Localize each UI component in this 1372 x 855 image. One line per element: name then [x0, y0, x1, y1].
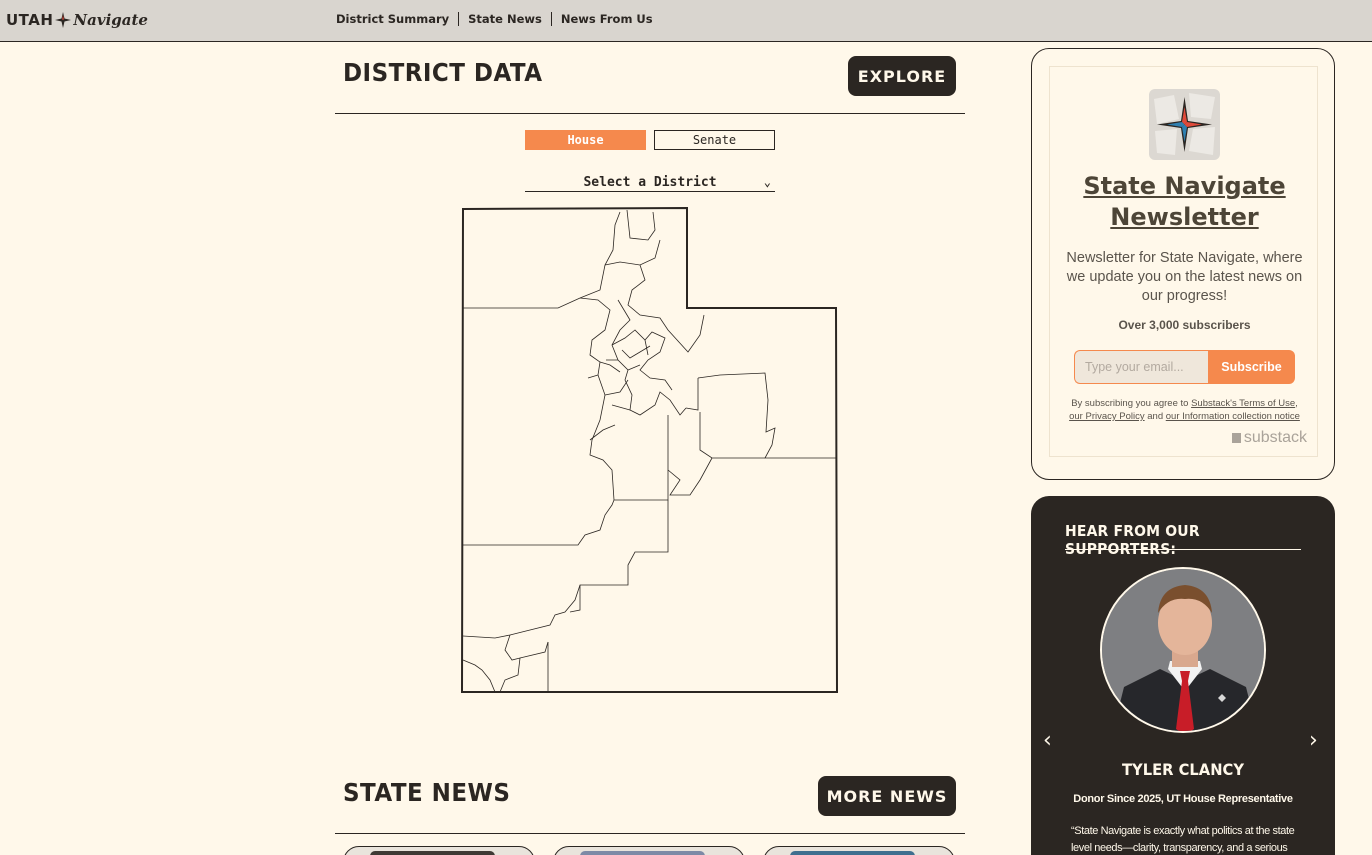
email-input[interactable]: Type your email...	[1074, 350, 1210, 384]
tab-senate[interactable]: Senate	[654, 130, 775, 150]
main-nav: District Summary State News News From Us	[336, 12, 662, 26]
substack-brand: substack	[1231, 429, 1307, 447]
supporter-avatar	[1100, 567, 1266, 733]
substack-icon	[1231, 433, 1241, 443]
news-card-image	[370, 851, 495, 855]
compass-star-icon	[55, 12, 72, 28]
district-select[interactable]: Select a District ⌄	[525, 174, 775, 192]
news-card-image	[790, 851, 915, 855]
terms-and: and	[1147, 411, 1164, 422]
subscribe-terms: By subscribing you agree to Substack's T…	[1069, 398, 1300, 422]
supporters-divider	[1065, 549, 1301, 550]
nav-link-district-summary[interactable]: District Summary	[336, 12, 458, 26]
newsletter-title[interactable]: State Navigate Newsletter	[1050, 171, 1319, 233]
district-data-title: DISTRICT DATA	[343, 58, 543, 87]
logo-utah-text: UTAH	[6, 11, 54, 29]
supporter-quote: “State Navigate is exactly what politics…	[1071, 825, 1295, 854]
chevron-left-icon[interactable]: ‹	[1043, 728, 1052, 753]
supporter-photo	[1102, 569, 1264, 731]
substack-label: substack	[1243, 429, 1307, 446]
newsletter-description: Newsletter for State Navigate, where we …	[1066, 250, 1303, 304]
top-nav-bar: UTAH Navigate District Summary State New…	[0, 0, 1372, 42]
news-card[interactable]	[553, 846, 745, 855]
state-news-title: STATE NEWS	[343, 778, 511, 807]
chevron-right-icon[interactable]: ›	[1309, 728, 1318, 753]
subscribe-button[interactable]: Subscribe	[1208, 350, 1295, 384]
newsletter-embed: State Navigate Newsletter Newsletter for…	[1049, 66, 1318, 457]
news-card-image	[580, 851, 705, 855]
district-boundaries	[462, 209, 836, 693]
news-card[interactable]	[763, 846, 955, 855]
terms-prefix: By subscribing you agree to	[1071, 398, 1189, 409]
supporter-name: TYLER CLANCY	[1122, 760, 1244, 779]
explore-button[interactable]: EXPLORE	[848, 56, 956, 96]
subscriber-count: Over 3,000 subscribers	[1118, 318, 1251, 332]
news-card[interactable]	[343, 846, 535, 855]
more-news-button[interactable]: MORE NEWS	[818, 776, 956, 816]
terms-of-use-link[interactable]: Substack's Terms of Use	[1191, 398, 1295, 409]
chevron-down-icon: ⌄	[763, 175, 771, 189]
email-placeholder: Type your email...	[1085, 360, 1184, 374]
supporters-card: HEAR FROM OUR SUPPORTERS: ‹ › TYLER CLAN…	[1031, 496, 1335, 855]
utah-district-map[interactable]	[460, 206, 840, 696]
logo-navigate-text: Navigate	[73, 11, 148, 29]
district-select-value: Select a District	[583, 175, 717, 190]
supporters-title: HEAR FROM OUR SUPPORTERS:	[1065, 522, 1200, 558]
newsletter-card: State Navigate Newsletter Newsletter for…	[1031, 48, 1335, 480]
tab-house[interactable]: House	[525, 130, 646, 150]
nav-link-news-from-us[interactable]: News From Us	[550, 12, 662, 26]
information-notice-link[interactable]: our Information collection notice	[1166, 411, 1300, 422]
compass-logo-icon	[1149, 89, 1220, 160]
site-logo[interactable]: UTAH Navigate	[6, 6, 148, 34]
supporter-role: Donor Since 2025, UT House Representativ…	[1073, 793, 1293, 805]
district-divider	[335, 113, 965, 114]
news-divider	[335, 833, 965, 834]
utah-state-outline	[460, 206, 839, 693]
privacy-policy-link[interactable]: our Privacy Policy	[1069, 411, 1145, 422]
nav-link-state-news[interactable]: State News	[458, 12, 551, 26]
